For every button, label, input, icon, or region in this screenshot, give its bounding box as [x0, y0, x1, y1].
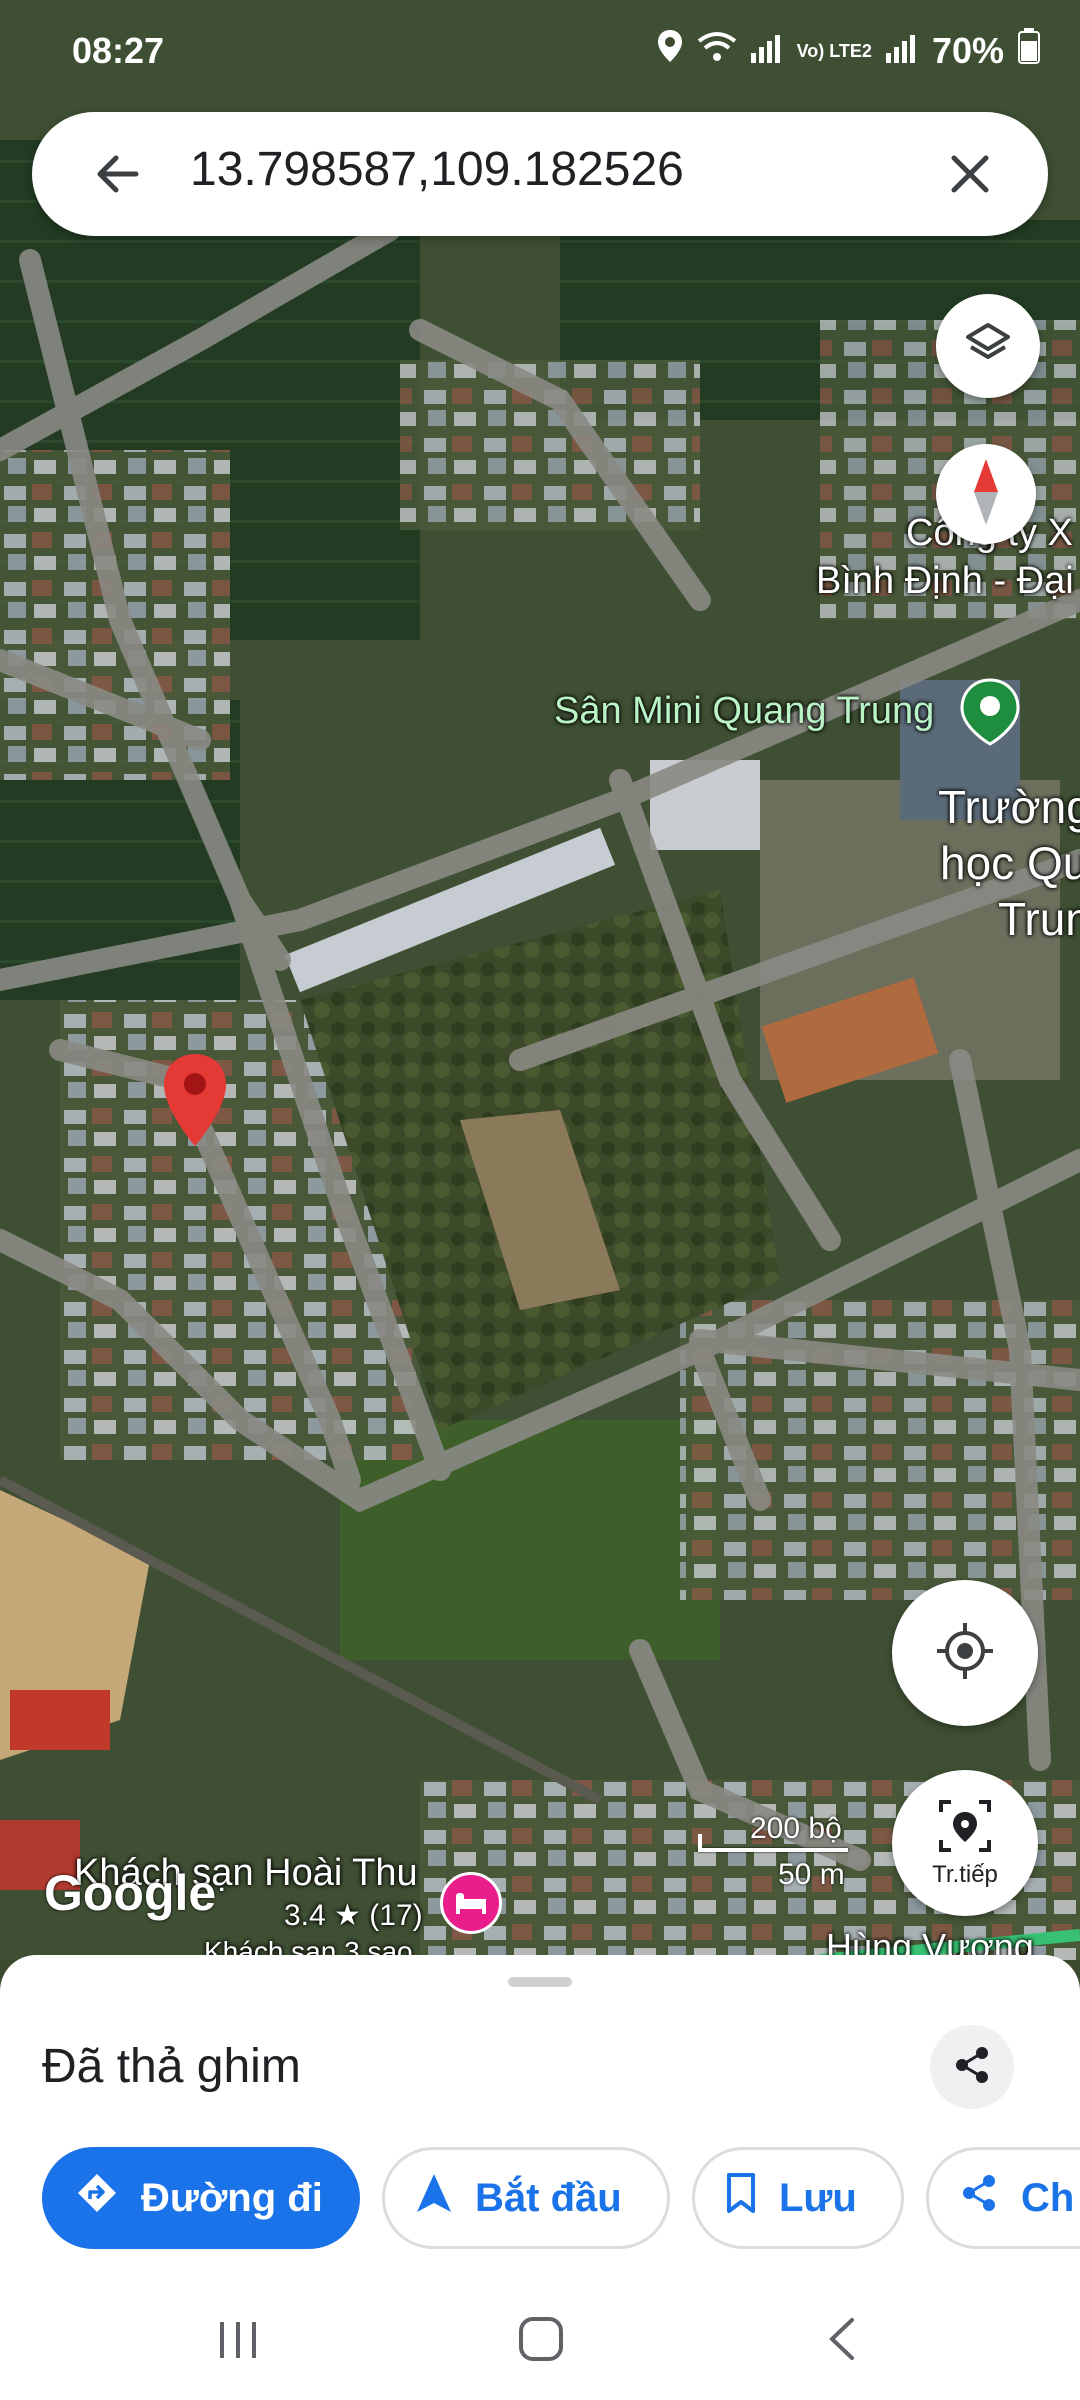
home-icon[interactable] [518, 2316, 564, 2367]
place-pin-green-icon[interactable] [958, 676, 1022, 746]
search-query[interactable]: 13.798587,109.182526 [190, 142, 684, 197]
navigation-arrow-icon [415, 2172, 453, 2224]
signal-icon [750, 30, 783, 72]
share-chip-button[interactable]: Ch [926, 2147, 1080, 2249]
share-chip-icon [959, 2173, 999, 2223]
status-time: 08:27 [72, 30, 165, 71]
sheet-drag-handle[interactable] [508, 1977, 572, 1987]
layers-button[interactable] [936, 294, 1040, 398]
start-button[interactable]: Bắt đầu [382, 2147, 670, 2249]
battery-icon [1018, 28, 1040, 73]
directions-icon [75, 2171, 119, 2225]
crosshair-icon [935, 1621, 995, 1686]
sheet-title: Đã thả ghim [42, 2040, 301, 2093]
system-nav-bar [0, 2290, 1080, 2400]
save-label: Lưu [779, 2175, 857, 2220]
share-chip-label: Ch [1021, 2175, 1075, 2220]
map-label-school-2[interactable]: học Qu [940, 836, 1080, 890]
scale-top-label: 200 bộ [750, 1812, 842, 1845]
layers-icon [963, 319, 1013, 374]
share-icon [952, 2045, 992, 2090]
my-location-button[interactable] [892, 1580, 1038, 1726]
hotel-bed-icon[interactable] [440, 1872, 502, 1934]
navigate-button[interactable]: Tr.tiếp [892, 1770, 1038, 1916]
navigate-pin-icon [937, 1798, 993, 1859]
save-button[interactable]: Lưu [692, 2147, 904, 2249]
back-nav-icon[interactable] [826, 2316, 856, 2367]
status-bar: 08:27 Vo) LTE2 70% [0, 0, 1080, 100]
google-logo: Google [44, 1865, 217, 1921]
network-type: Vo) LTE2 [796, 40, 872, 61]
scale-bar: 200 bộ 50 m [698, 1812, 858, 1892]
navigate-label: Tr.tiếp [932, 1860, 998, 1888]
dropped-pin-icon[interactable] [160, 1050, 230, 1150]
compass-icon [966, 457, 1006, 532]
directions-button[interactable]: Đường đi [42, 2147, 360, 2249]
map-label-field[interactable]: Sân Mini Quang Trung [554, 690, 934, 733]
compass-button[interactable] [936, 444, 1036, 544]
recent-apps-icon[interactable] [218, 2318, 258, 2367]
back-arrow-icon[interactable] [90, 146, 146, 202]
wifi-icon [697, 30, 737, 72]
directions-label: Đường đi [141, 2175, 323, 2220]
search-bar[interactable]: 13.798587,109.182526 [32, 112, 1048, 236]
start-label: Bắt đầu [475, 2175, 622, 2220]
map-label-hotel-rating: 3.4 ★ (17) [284, 1899, 423, 1932]
battery-level: 70% [931, 29, 1004, 71]
signal-2-icon [885, 30, 918, 72]
location-icon [657, 29, 683, 72]
bookmark-icon [725, 2172, 757, 2224]
close-icon[interactable] [944, 148, 996, 200]
share-button[interactable] [930, 2025, 1014, 2109]
map-label-company-2[interactable]: Bình Định - Đại [816, 560, 1074, 603]
scale-bottom-label: 50 m [778, 1858, 845, 1891]
map-label-school-1[interactable]: Trường [938, 780, 1080, 834]
map-label-school-3[interactable]: Trun [998, 892, 1080, 946]
